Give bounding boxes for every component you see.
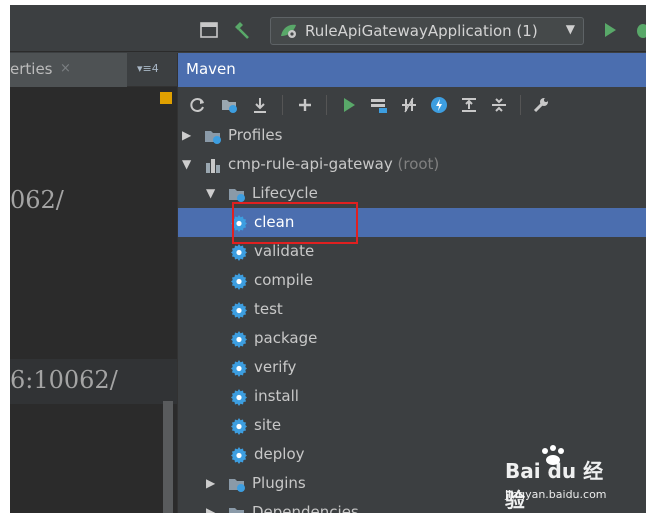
tree-item-test[interactable]: test <box>178 295 646 324</box>
toolbar-separator <box>282 95 283 115</box>
close-icon[interactable]: × <box>60 61 71 76</box>
download-icon[interactable] <box>251 96 269 114</box>
debug-icon[interactable] <box>634 21 646 39</box>
tab-properties[interactable]: erties × <box>10 53 127 87</box>
lifecycle-goal-gear-icon <box>230 272 248 290</box>
annotation-highlight-box <box>232 202 358 244</box>
toggle-offline-icon[interactable] <box>400 96 418 114</box>
root-suffix: (root) <box>392 155 440 173</box>
run-config-icon <box>281 24 296 38</box>
refresh-icon[interactable] <box>189 96 207 114</box>
tree-item-package[interactable]: package <box>178 324 646 353</box>
warning-marker[interactable] <box>160 92 172 104</box>
properties-panel-header: erties × ▾≡4 <box>10 53 177 87</box>
lifecycle-goal-gear-icon <box>230 446 248 464</box>
run-config-label: RuleApiGatewayApplication (1) <box>305 22 538 40</box>
tree-item-label: test <box>254 300 283 318</box>
reimport-icon[interactable] <box>221 96 239 114</box>
show-dependencies-icon[interactable] <box>460 96 478 114</box>
run-configuration-dropdown[interactable]: RuleApiGatewayApplication (1) ▼ <box>270 17 584 45</box>
add-icon[interactable] <box>296 96 314 114</box>
tree-item-verify[interactable]: verify <box>178 353 646 382</box>
scrollbar[interactable] <box>163 401 173 513</box>
lifecycle-goal-gear-icon <box>230 388 248 406</box>
collapsed-arrow-icon[interactable]: ▶ <box>206 505 215 513</box>
collapsed-arrow-icon[interactable]: ▶ <box>206 476 215 490</box>
lifecycle-goal-gear-icon <box>230 417 248 435</box>
tree-item-label: Lifecycle <box>252 184 318 202</box>
maven-panel-header: Maven <box>178 53 646 87</box>
run-icon[interactable] <box>601 21 619 39</box>
dropdown-arrow-icon: ▼ <box>565 22 575 36</box>
tree-item-label: cmp-rule-api-gateway (root) <box>228 155 440 173</box>
tree-item-compile[interactable]: compile <box>178 266 646 295</box>
tree-item-label: package <box>254 329 318 347</box>
tree-item-label: install <box>254 387 299 405</box>
tree-item-label: Profiles <box>228 126 283 144</box>
collapse-all-icon[interactable] <box>490 96 508 114</box>
watermark-url: jingyan.baidu.com <box>505 488 607 501</box>
folder-icon <box>228 504 246 513</box>
tree-item-label: site <box>254 416 282 434</box>
tree-item-label: validate <box>254 242 315 260</box>
maven-panel: Maven ▶ Profiles ▼ cmp-rule-api-gateway … <box>178 53 646 513</box>
toolbar-separator <box>326 95 327 115</box>
expanded-arrow-icon[interactable]: ▼ <box>206 186 215 200</box>
tree-item-profiles[interactable]: ▶ Profiles <box>178 121 646 150</box>
code-line: 062/ <box>10 186 64 214</box>
collapsed-arrow-icon[interactable]: ▶ <box>182 128 191 142</box>
maven-toolbar <box>178 87 646 123</box>
tree-item-label: deploy <box>254 445 305 463</box>
ide-window: RuleApiGatewayApplication (1) ▼ erties ×… <box>10 5 646 513</box>
skip-tests-icon[interactable] <box>430 96 448 114</box>
folder-icon <box>228 475 246 493</box>
tree-item-label: compile <box>254 271 314 289</box>
tab-properties-label: erties <box>10 60 53 78</box>
tree-item-label: verify <box>254 358 297 376</box>
toolbar-separator <box>520 95 521 115</box>
folder-icon <box>228 185 246 203</box>
properties-panel: erties × ▾≡4 062/ 6:10062/ <box>10 53 177 513</box>
maven-title: Maven <box>186 60 236 78</box>
tree-item-label: Dependencies <box>252 503 359 513</box>
run-icon[interactable] <box>340 96 358 114</box>
watermark-brand: Bai du 经验 <box>505 459 604 512</box>
baidu-watermark: Bai du 经验 jingyan.baidu.com <box>493 445 623 512</box>
tree-item-site[interactable]: site <box>178 411 646 440</box>
tree-item-cmp-rule-api-gateway[interactable]: ▼ cmp-rule-api-gateway (root) <box>178 150 646 179</box>
build-hammer-icon[interactable] <box>232 21 250 39</box>
maven-project-icon <box>204 156 222 174</box>
execute-goal-icon[interactable] <box>370 96 388 114</box>
lifecycle-goal-gear-icon <box>230 330 248 348</box>
lifecycle-goal-gear-icon <box>230 359 248 377</box>
lifecycle-goal-gear-icon <box>230 301 248 319</box>
lifecycle-goal-gear-icon <box>230 243 248 261</box>
expanded-arrow-icon[interactable]: ▼ <box>182 157 191 171</box>
settings-wrench-icon[interactable] <box>532 96 550 114</box>
code-line: 6:10062/ <box>10 366 118 394</box>
folder-icon <box>204 127 222 145</box>
window-icon[interactable] <box>200 21 218 39</box>
tree-item-label: Plugins <box>252 474 306 492</box>
tree-item-install[interactable]: install <box>178 382 646 411</box>
main-toolbar: RuleApiGatewayApplication (1) ▼ <box>10 5 646 52</box>
tab-list-menu-icon[interactable]: ▾≡4 <box>137 62 159 75</box>
